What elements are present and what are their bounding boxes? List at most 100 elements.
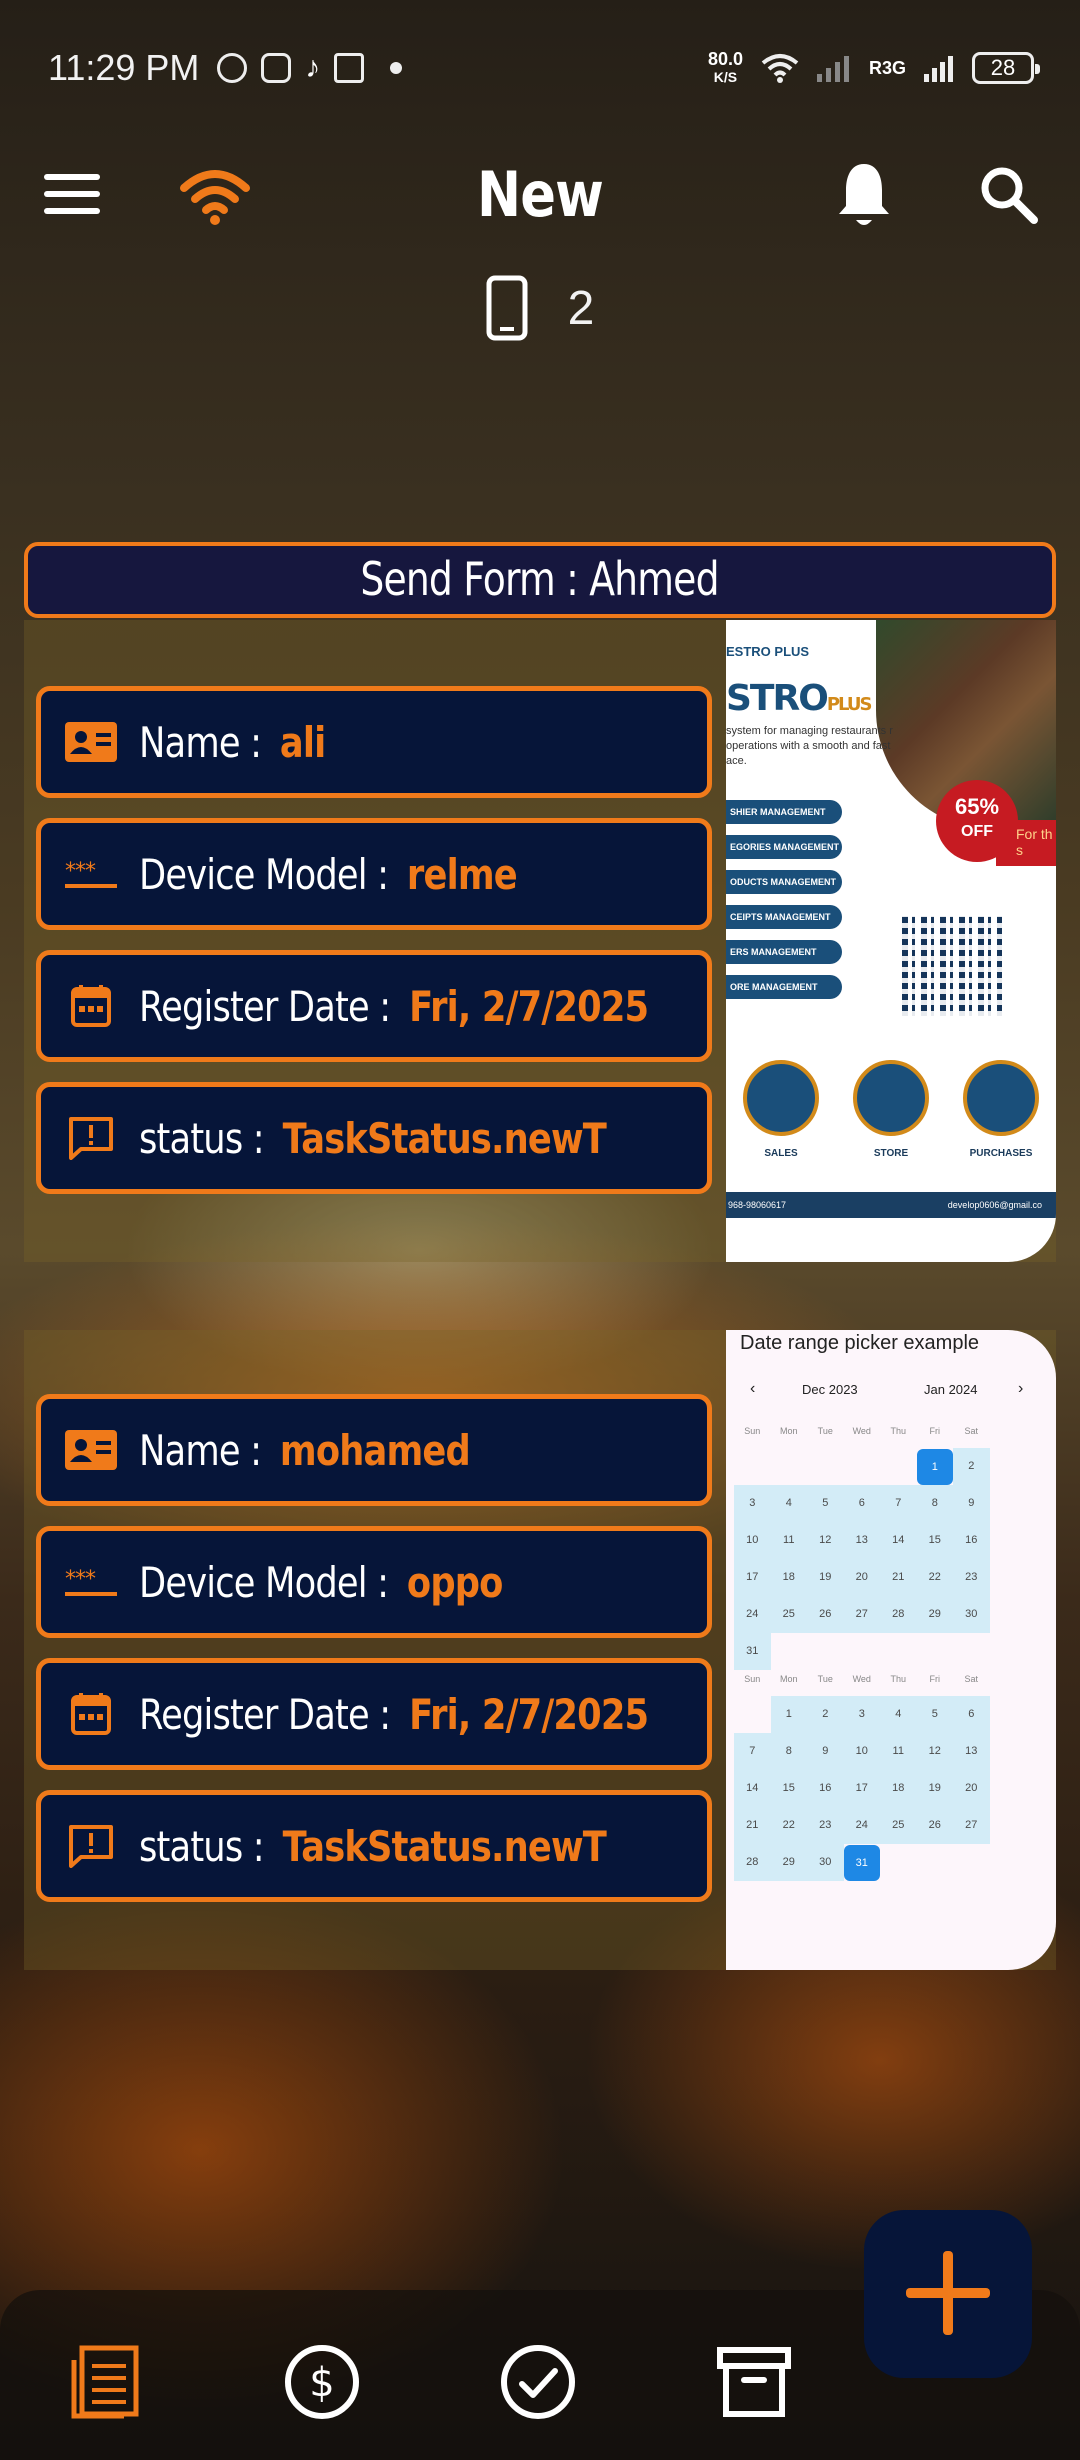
document-list-icon[interactable] [68,2342,148,2422]
calendar-icon [71,985,111,1027]
calendar-title: Date range picker example [740,1332,980,1354]
dollar-icon[interactable]: $ [282,2342,362,2422]
calendar-day[interactable]: 10 [734,1522,771,1559]
bell-icon[interactable] [836,160,892,230]
calendar-day[interactable]: 26 [916,1807,953,1844]
calendar-day[interactable]: 30 [953,1596,990,1633]
calendar-day[interactable]: 21 [734,1807,771,1844]
calendar-day[interactable]: 28 [880,1596,917,1633]
calendar-day[interactable]: 12 [807,1522,844,1559]
calendar-day[interactable]: 27 [953,1807,990,1844]
calendar-day[interactable]: 13 [953,1733,990,1770]
calendar-day[interactable]: 22 [770,1807,807,1844]
calendar-day[interactable]: 8 [916,1485,953,1522]
calendar-day[interactable]: 1 [770,1696,807,1733]
calendar-day[interactable]: 19 [916,1770,953,1807]
phone-icon [486,275,528,341]
calendar-day[interactable]: 11 [880,1733,917,1770]
add-button[interactable] [864,2210,1032,2378]
calendar-day[interactable]: 16 [953,1522,990,1559]
calendar-week: 21 22 23 24 25 26 27 [734,1807,990,1844]
calendar-day[interactable]: 15 [770,1770,807,1807]
flyer-feature: ODUCTS MANAGEMENT [726,870,842,894]
signal-icon [816,56,849,82]
archive-icon[interactable] [714,2342,794,2422]
flyer-brand: ESTRO PLUS [726,644,810,659]
search-icon[interactable] [978,164,1038,224]
calendar-day[interactable]: 24 [843,1807,880,1844]
calendar-icon [71,1693,111,1735]
device-counter: 2 [0,275,1080,341]
battery-icon: 28 [972,52,1040,84]
calendar-day[interactable]: 13 [843,1522,880,1559]
tiktok-icon: ♪ [305,51,321,84]
calendar-day[interactable]: 6 [843,1485,880,1522]
attachment-thumbnail[interactable]: Date range picker example ‹ Dec 2023 Jan… [726,1330,1056,1970]
calendar-day[interactable]: 28 [734,1844,771,1881]
calendar-day[interactable]: 17 [734,1559,771,1596]
calendar-day[interactable]: 3 [843,1696,880,1733]
calendar-day[interactable]: 15 [916,1522,953,1559]
calendar-day[interactable]: 21 [880,1559,917,1596]
month-left-label: Dec 2023 [802,1382,858,1397]
calendar-day[interactable]: 29 [770,1844,807,1881]
status-field: status : TaskStatus.newT [36,1082,712,1194]
calendar-day[interactable]: 23 [807,1807,844,1844]
calendar-day[interactable]: 30 [807,1844,844,1881]
flyer-store: STORE [841,1060,941,1159]
weekday-label: Sun [744,1674,761,1684]
calendar-day[interactable]: 8 [770,1733,807,1770]
instagram-icon [261,53,292,83]
weekday-label: Mon [779,1426,798,1436]
calendar-day[interactable]: 31 [734,1633,771,1670]
calendar-day[interactable]: 25 [770,1596,807,1633]
calendar-day[interactable]: 18 [770,1559,807,1596]
calendar-day[interactable]: 1 [916,1448,953,1485]
calendar-day[interactable]: 14 [880,1522,917,1559]
calendar-day[interactable]: 2 [807,1696,844,1733]
weekday-label: Wed [852,1674,871,1684]
calendar-day[interactable]: 22 [916,1559,953,1596]
attachment-thumbnail[interactable]: ESTRO PLUS STROPLUS system for managing … [726,620,1056,1262]
calendar-day[interactable]: 17 [843,1770,880,1807]
calendar-day[interactable]: 9 [807,1733,844,1770]
calendar-day[interactable]: 5 [916,1696,953,1733]
app-bar: New [0,150,1080,240]
calendar-day[interactable]: 20 [843,1559,880,1596]
calendar-day[interactable]: 4 [770,1485,807,1522]
calendar-day[interactable]: 4 [880,1696,917,1733]
calendar-day[interactable]: 10 [843,1733,880,1770]
calendar-day[interactable]: 26 [807,1596,844,1633]
calendar-day[interactable]: 3 [734,1485,771,1522]
calendar-day[interactable]: 14 [734,1770,771,1807]
calendar-day[interactable]: 25 [880,1807,917,1844]
calendar-day[interactable]: 7 [734,1733,771,1770]
calendar-day[interactable]: 2 [953,1448,990,1485]
calendar-day[interactable]: 16 [807,1770,844,1807]
register-date-field: Register Date : Fri, 2/7/2025 [36,950,712,1062]
contact-card-icon [65,1430,117,1470]
calendar-day[interactable]: 31 [843,1844,880,1881]
device-model-field: *** Device Model : relme [36,818,712,930]
calendar-day[interactable]: 9 [953,1485,990,1522]
weekday-header: Sun Mon Tue Wed Thu Fri Sat [734,1674,990,1696]
calendar-day[interactable]: 19 [807,1559,844,1596]
calendar-day[interactable]: 7 [880,1485,917,1522]
weekday-label: Thu [890,1426,906,1436]
flyer-icons: SALES STORE PURCHASES [726,1060,1056,1159]
calendar-day[interactable]: 5 [807,1485,844,1522]
calendar-day[interactable]: 11 [770,1522,807,1559]
card-fields: Name : mohamed *** Device Model : oppo R… [36,1394,712,1922]
calendar-day[interactable]: 29 [916,1596,953,1633]
calendar-day[interactable]: 12 [916,1733,953,1770]
calendar-day[interactable]: 27 [843,1596,880,1633]
calendar-week: 17 18 19 20 21 22 23 [734,1559,990,1596]
calendar-day[interactable]: 6 [953,1696,990,1733]
check-circle-icon[interactable] [498,2342,578,2422]
flyer-description: system for managing restaurants r operat… [726,725,893,767]
calendar-day[interactable]: 20 [953,1770,990,1807]
calendar-day[interactable]: 24 [734,1596,771,1633]
calendar-day[interactable]: 18 [880,1770,917,1807]
weekday-header: Sun Mon Tue Wed Thu Fri Sat [734,1426,990,1448]
calendar-day[interactable]: 23 [953,1559,990,1596]
